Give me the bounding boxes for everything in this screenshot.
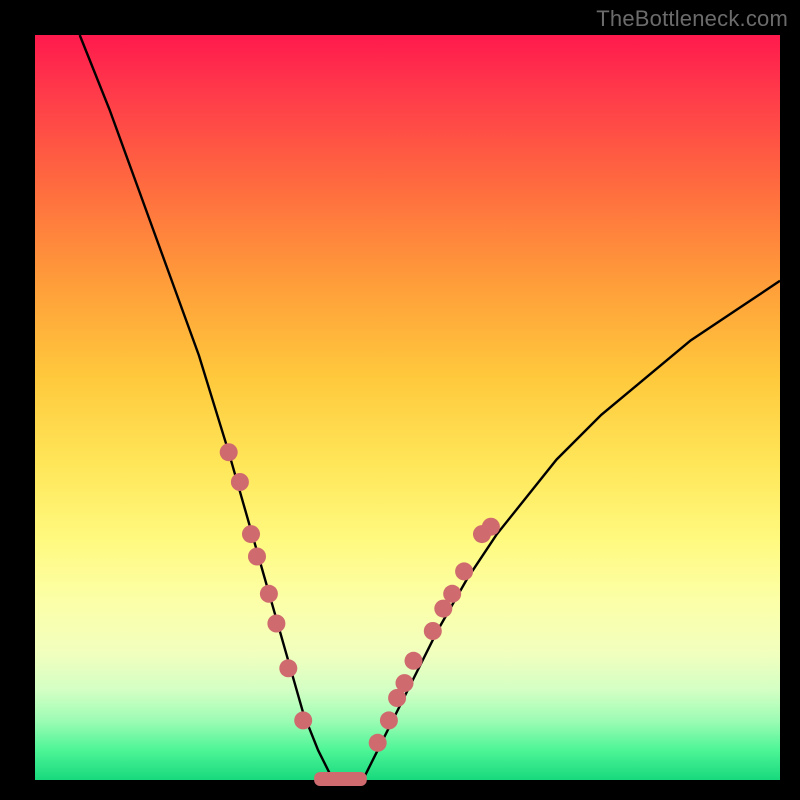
chart-frame: TheBottleneck.com xyxy=(0,0,800,800)
marker-dot xyxy=(482,518,500,536)
curve-svg xyxy=(35,35,780,780)
marker-dot xyxy=(424,622,442,640)
marker-dot xyxy=(220,443,238,461)
bottleneck-curve xyxy=(80,35,780,780)
marker-dot xyxy=(242,525,260,543)
marker-dot xyxy=(260,585,278,603)
marker-dot xyxy=(248,548,266,566)
plot-area xyxy=(35,35,780,780)
markers-left xyxy=(220,443,313,729)
watermark-text: TheBottleneck.com xyxy=(596,6,788,32)
marker-dot xyxy=(231,473,249,491)
marker-dot xyxy=(443,585,461,603)
marker-dot xyxy=(396,674,414,692)
marker-dot xyxy=(405,652,423,670)
marker-dot xyxy=(369,734,387,752)
markers-right xyxy=(369,518,500,752)
marker-dot xyxy=(455,562,473,580)
marker-dot xyxy=(380,711,398,729)
marker-dot xyxy=(279,659,297,677)
valley-floor-bar xyxy=(314,772,367,786)
marker-dot xyxy=(267,615,285,633)
marker-dot xyxy=(294,711,312,729)
